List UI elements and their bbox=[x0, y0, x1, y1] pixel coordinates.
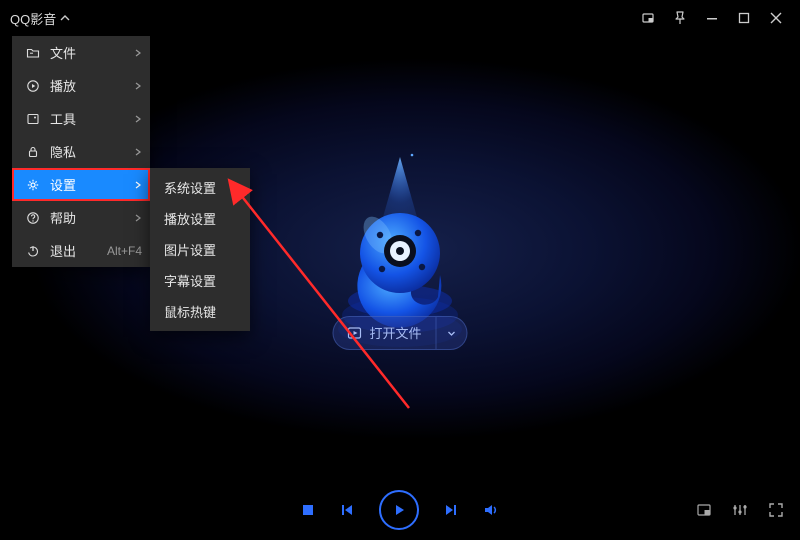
chevron-up-icon bbox=[60, 13, 70, 23]
menu-item-privacy[interactable]: 隐私 bbox=[12, 135, 150, 168]
chevron-right-icon bbox=[134, 214, 142, 222]
menu-item-file[interactable]: 文件 bbox=[12, 36, 150, 69]
minimize-button[interactable] bbox=[698, 4, 726, 32]
app-logo-icon bbox=[330, 151, 470, 431]
chevron-right-icon bbox=[134, 148, 142, 156]
lock-icon bbox=[24, 145, 42, 159]
submenu-item-subtitle[interactable]: 字幕设置 bbox=[150, 265, 250, 296]
submenu-item-playback[interactable]: 播放设置 bbox=[150, 203, 250, 234]
submenu-item-label: 字幕设置 bbox=[164, 271, 216, 290]
submenu-item-image[interactable]: 图片设置 bbox=[150, 234, 250, 265]
menu-item-help[interactable]: 帮助 bbox=[12, 201, 150, 234]
settings-equalizer-button[interactable] bbox=[732, 502, 748, 518]
playback-controls bbox=[301, 490, 499, 530]
volume-button[interactable] bbox=[483, 502, 499, 518]
settings-submenu: 系统设置 播放设置 图片设置 字幕设置 鼠标热键 bbox=[150, 168, 250, 331]
snapshot-button[interactable] bbox=[696, 502, 712, 518]
play-circle-icon bbox=[24, 79, 42, 93]
close-button[interactable] bbox=[762, 4, 790, 32]
maximize-button[interactable] bbox=[730, 4, 758, 32]
menu-item-tools[interactable]: 工具 bbox=[12, 102, 150, 135]
open-file-group: 打开文件 bbox=[332, 316, 467, 350]
menu-item-label: 文件 bbox=[50, 43, 134, 62]
play-file-icon bbox=[347, 326, 361, 340]
chevron-right-icon bbox=[134, 82, 142, 90]
menu-item-play[interactable]: 播放 bbox=[12, 69, 150, 102]
menu-shortcut: Alt+F4 bbox=[107, 244, 142, 258]
help-icon bbox=[24, 211, 42, 225]
stop-button[interactable] bbox=[301, 503, 315, 517]
next-button[interactable] bbox=[443, 502, 459, 518]
menu-item-label: 隐私 bbox=[50, 142, 134, 161]
menu-item-label: 工具 bbox=[50, 109, 134, 128]
open-file-button[interactable]: 打开文件 bbox=[333, 317, 435, 349]
titlebar: QQ影音 bbox=[0, 0, 800, 36]
open-file-label: 打开文件 bbox=[369, 323, 421, 342]
menu-item-label: 设置 bbox=[50, 175, 134, 194]
fullscreen-button[interactable] bbox=[768, 502, 784, 518]
app-menu-toggle[interactable]: QQ影音 bbox=[10, 9, 70, 28]
aux-controls bbox=[696, 502, 784, 518]
chevron-right-icon bbox=[134, 115, 142, 123]
menu-item-label: 帮助 bbox=[50, 208, 134, 227]
control-bar bbox=[0, 480, 800, 540]
submenu-item-hotkey[interactable]: 鼠标热键 bbox=[150, 296, 250, 327]
gear-icon bbox=[24, 178, 42, 192]
menu-item-label: 退出 bbox=[50, 241, 107, 260]
main-menu: 文件 播放 工具 隐私 设置 帮助 退出 bbox=[12, 36, 150, 267]
menu-item-label: 播放 bbox=[50, 76, 134, 95]
menu-item-exit[interactable]: 退出 Alt+F4 bbox=[12, 234, 150, 267]
menu-item-settings[interactable]: 设置 bbox=[12, 168, 150, 201]
mini-mode-button[interactable] bbox=[634, 4, 662, 32]
power-icon bbox=[24, 244, 42, 258]
chevron-right-icon bbox=[134, 49, 142, 57]
app-title: QQ影音 bbox=[10, 9, 56, 28]
chevron-right-icon bbox=[134, 181, 142, 189]
pin-button[interactable] bbox=[666, 4, 694, 32]
submenu-item-label: 鼠标热键 bbox=[164, 302, 216, 321]
submenu-item-label: 系统设置 bbox=[164, 178, 216, 197]
submenu-item-system[interactable]: 系统设置 bbox=[150, 172, 250, 203]
submenu-item-label: 图片设置 bbox=[164, 240, 216, 259]
folder-icon bbox=[24, 46, 42, 60]
play-ring-icon bbox=[379, 490, 419, 530]
tools-icon bbox=[24, 112, 42, 126]
play-button[interactable] bbox=[379, 490, 419, 530]
open-file-dropdown[interactable] bbox=[436, 317, 467, 349]
submenu-item-label: 播放设置 bbox=[164, 209, 216, 228]
prev-button[interactable] bbox=[339, 502, 355, 518]
window-controls bbox=[634, 4, 790, 32]
